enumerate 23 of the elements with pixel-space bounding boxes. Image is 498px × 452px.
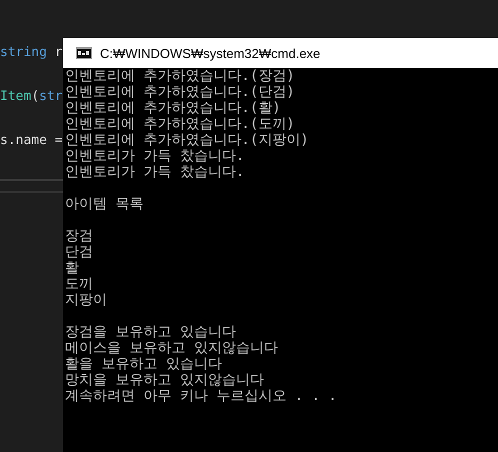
console-icon — [76, 47, 92, 59]
code-line: string r — [0, 44, 63, 60]
console-line: 인벤토리에 추가하였습니다.(활) — [65, 100, 281, 116]
console-line: 메이스을 보유하고 있지않습니다 — [65, 340, 278, 356]
console-line: 계속하려면 아무 키나 누르십시오 . . . — [65, 388, 337, 404]
console-line: 망치을 보유하고 있지않습니다 — [65, 372, 264, 388]
console-line: 인벤토리가 가득 찼습니다. — [65, 148, 244, 164]
code-line: Item(str — [0, 88, 63, 104]
console-line: 인벤토리에 추가하였습니다.(장검) — [65, 68, 295, 84]
console-line: 장검 — [65, 228, 93, 244]
console-line: 활 — [65, 260, 79, 276]
console-line: 지팡이 — [65, 292, 107, 308]
console-line: 인벤토리에 추가하였습니다.(단검) — [65, 84, 295, 100]
window-title: C:₩WINDOWS₩system32₩cmd.exe — [100, 46, 320, 60]
code-line: s.name = — [0, 132, 63, 148]
console-line: 장검을 보유하고 있습니다 — [65, 324, 236, 340]
console-line: 인벤토리에 추가하였습니다.(지팡이) — [65, 132, 309, 148]
console-line: 활을 보유하고 있습니다 — [65, 356, 222, 372]
console-line: 아이템 목록 — [65, 196, 144, 212]
console-line: 인벤토리에 추가하였습니다.(도끼) — [65, 116, 295, 132]
console-line: 도끼 — [65, 276, 93, 292]
console-line: 단검 — [65, 244, 93, 260]
console-line: 인벤토리가 가득 찼습니다. — [65, 164, 244, 180]
